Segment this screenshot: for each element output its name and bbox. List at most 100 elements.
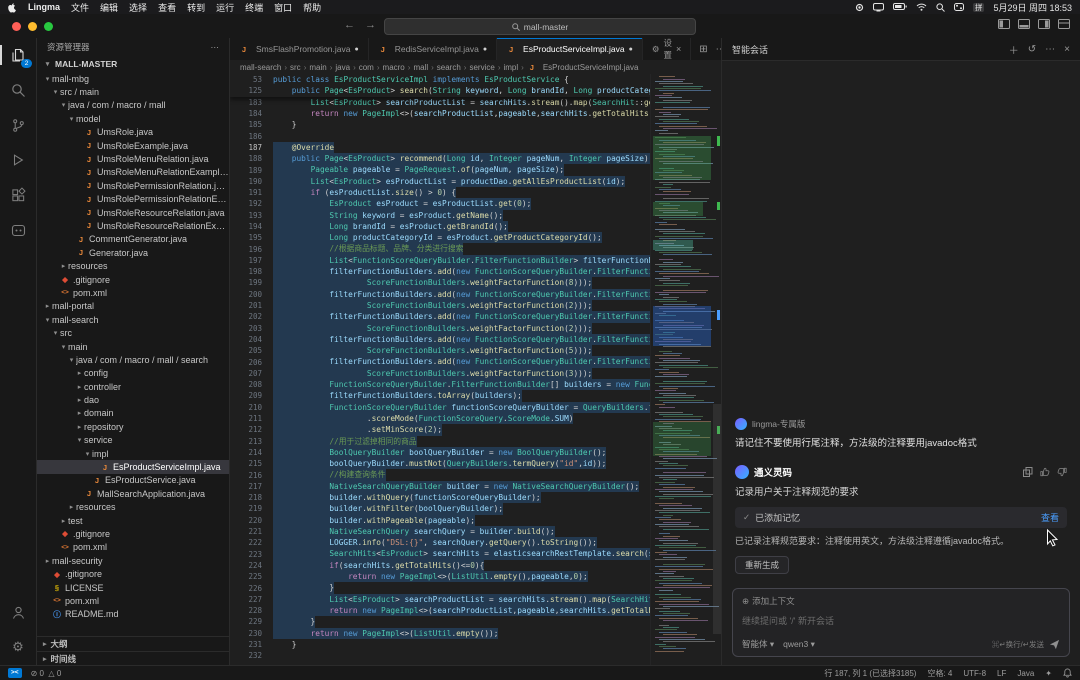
close-panel-icon[interactable]: × [1064, 44, 1070, 55]
forward-arrow-icon[interactable]: → [365, 19, 376, 31]
thumbs-down-icon[interactable] [1057, 467, 1067, 477]
tree-item[interactable]: J UmsRolePermissionRelationExample.java [37, 193, 229, 206]
code-line[interactable]: 205 ScoreFunctionBuilders.weightFactorFu… [230, 345, 650, 357]
record-icon[interactable] [855, 3, 864, 12]
code-line[interactable]: 218 builder.withQuery(functionScoreQuery… [230, 491, 650, 504]
thumbs-up-icon[interactable] [1040, 467, 1050, 477]
tree-item[interactable]: J MallSearchApplication.java [37, 487, 229, 500]
tree-item[interactable]: ▾ service [37, 434, 229, 447]
code-line[interactable]: 212 .setMinScore(2); [230, 424, 650, 436]
input-method-badge[interactable]: 拼 [972, 2, 985, 12]
code-line[interactable]: 202 filterFunctionBuilders.add(new Funct… [230, 311, 650, 323]
cursor-position-item[interactable]: 行 187, 列 1 (已选择3185) [824, 668, 916, 679]
tree-item[interactable]: ▾ java / com / macro / mall / search [37, 353, 229, 366]
code-line[interactable]: 189 Pageable pageable = PageRequest.of(p… [230, 164, 650, 176]
tree-item[interactable]: J UmsRole.java [37, 126, 229, 139]
minimap[interactable] [650, 74, 721, 666]
chat-input-placeholder[interactable]: 继续提问或 '/' 新开会话 [742, 614, 1060, 627]
tree-item[interactable]: ▾ mall-mbg [37, 72, 229, 85]
tree-item[interactable]: ▸ resources [37, 501, 229, 514]
breadcrumb-segment[interactable]: main [309, 63, 326, 72]
tree-item[interactable]: ▾ impl [37, 447, 229, 460]
code-line[interactable]: 188 public Page<EsProduct> recommend(Lon… [230, 153, 650, 165]
code-line[interactable]: 201 ScoreFunctionBuilders.weightFactorFu… [230, 299, 650, 312]
code-line[interactable]: 186 [230, 130, 650, 141]
outline-section[interactable]: ▸ 大纲 [37, 636, 229, 651]
code-line[interactable]: 193 String keyword = esProduct.getName()… [230, 209, 650, 221]
code-line[interactable]: 223 SearchHits<EsProduct> searchHits = e… [230, 548, 650, 560]
code-line[interactable]: 53 public class EsProductServiceImpl impl… [230, 74, 650, 85]
tree-item[interactable]: ▾ mall-search [37, 313, 229, 326]
toggle-sidebar-icon[interactable] [998, 19, 1010, 29]
code-line[interactable]: 217 NativeSearchQueryBuilder builder = n… [230, 480, 650, 492]
model-select[interactable]: qwen3 ▾ [783, 639, 815, 650]
tree-item[interactable]: J Generator.java [37, 246, 229, 259]
code-line[interactable]: 225 return new PageImpl<>(ListUtil.empty… [230, 571, 650, 583]
breadcrumb-segment[interactable]: src [290, 63, 301, 72]
tree-item[interactable]: <> pom.xml [37, 594, 229, 607]
split-editor-icon[interactable]: ⊞ [699, 44, 707, 55]
send-icon[interactable] [1049, 639, 1060, 650]
search-activity-icon[interactable] [7, 79, 29, 101]
tree-item[interactable]: ▸ dao [37, 393, 229, 406]
code-line[interactable]: 220 builder.withPageable(pageable); [230, 514, 650, 526]
account-icon[interactable] [7, 601, 29, 623]
timeline-section[interactable]: ▸ 时间线 [37, 651, 229, 666]
breadcrumb-segment[interactable]: service [469, 63, 494, 72]
breadcrumb-segment[interactable]: mall-search [240, 63, 281, 72]
tree-item[interactable]: ▸ test [37, 514, 229, 527]
history-icon[interactable]: ↺ [1028, 44, 1036, 55]
editor-tab[interactable]: J SmsFlashPromotion.java ● [230, 38, 369, 60]
eol-item[interactable]: LF [997, 669, 1006, 678]
tree-item[interactable]: ▾ src [37, 326, 229, 339]
apple-menu-icon[interactable] [8, 2, 17, 13]
menubar-app-name[interactable]: Lingma [28, 2, 60, 12]
tree-item[interactable]: J CommentGenerator.java [37, 233, 229, 246]
code-line[interactable]: 227 List<EsProduct> searchProductList = … [230, 593, 650, 605]
code-line[interactable]: 215 boolQueryBuilder.mustNot(QueryBuilde… [230, 458, 650, 470]
code-line[interactable]: 232 [230, 650, 650, 661]
tree-item[interactable]: J EsProductService.java [37, 474, 229, 487]
breadcrumb-segment[interactable]: java [335, 63, 350, 72]
toggle-panel-icon[interactable] [1018, 19, 1030, 29]
code-line[interactable]: 197 List<FunctionScoreQueryBuilder.Filte… [230, 254, 650, 267]
command-center-search[interactable]: mall-master [384, 18, 696, 35]
battery-icon[interactable] [892, 3, 907, 11]
code-line[interactable]: 230 return new PageImpl<>(ListUtil.empty… [230, 627, 650, 639]
tree-item[interactable]: ▸ mall-security [37, 554, 229, 567]
code-line[interactable]: 229 } [230, 616, 650, 628]
menu-item[interactable]: 转到 [187, 1, 205, 14]
problems-item[interactable]: ⊘ 0 △ 0 [31, 669, 62, 678]
code-line[interactable]: 203 ScoreFunctionBuilders.weightFactorFu… [230, 322, 650, 334]
tree-item[interactable]: ⓘ README.md [37, 608, 229, 621]
menubar-datetime[interactable]: 5月29日 周四 18:53 [993, 1, 1072, 14]
memory-card[interactable]: ✓ 已添加记忆 查看 [735, 507, 1067, 528]
source-control-activity-icon[interactable] [7, 114, 29, 136]
code-line[interactable]: 206 filterFunctionBuilders.add(new Funct… [230, 356, 650, 368]
settings-gear-icon[interactable]: ⚙ [7, 636, 29, 658]
code-line[interactable]: 207 ScoreFunctionBuilders.weightFactorFu… [230, 367, 650, 380]
indentation-item[interactable]: 空格: 4 [927, 668, 952, 679]
tree-item[interactable]: J UmsRoleMenuRelationExample.java [37, 166, 229, 179]
lingma-activity-icon[interactable] [7, 219, 29, 241]
encoding-item[interactable]: UTF-8 [963, 669, 986, 678]
display-icon[interactable] [872, 2, 884, 12]
language-mode-item[interactable]: Java [1017, 669, 1034, 678]
code-line[interactable]: 211 .scoreMode(FunctionScoreQuery.ScoreM… [230, 412, 650, 425]
menu-item[interactable]: 编辑 [100, 1, 118, 14]
code-line[interactable]: 204 filterFunctionBuilders.add(new Funct… [230, 333, 650, 346]
code-lines[interactable]: 183 List<EsProduct> searchProductList = … [230, 97, 650, 662]
breadcrumb-segment[interactable]: EsProductServiceImpl.java [543, 63, 639, 72]
spotlight-icon[interactable] [936, 2, 945, 12]
code-line[interactable]: 185 } [230, 119, 650, 130]
sticky-scroll[interactable]: 53 public class EsProductServiceImpl impl… [230, 74, 650, 97]
tree-item[interactable]: ▸ resources [37, 259, 229, 272]
breadcrumb-segment[interactable]: impl [503, 63, 518, 72]
control-center-icon[interactable] [953, 3, 964, 11]
minimize-window-button[interactable] [28, 22, 37, 31]
sidebar-more-icon[interactable]: ⋯ [211, 42, 220, 53]
code-line[interactable]: 224 if(searchHits.getTotalHits()<=0){ [230, 559, 650, 572]
code-line[interactable]: 184 return new PageImpl<>(searchProductL… [230, 108, 650, 119]
customize-layout-icon[interactable] [1058, 19, 1070, 29]
tree-item[interactable]: ◆ .gitignore [37, 527, 229, 540]
